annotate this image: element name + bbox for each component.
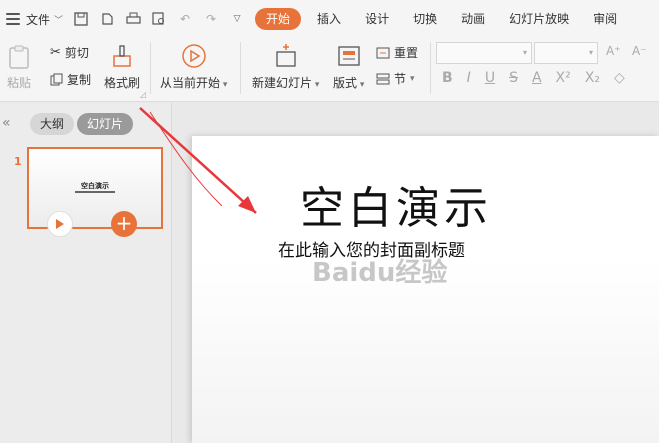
undo-icon[interactable]: ↶ <box>177 11 193 27</box>
copy-label: 复制 <box>67 73 92 87</box>
file-menu-label: 文件 <box>26 12 51 27</box>
slides-panel: « 大纲 幻灯片 1 空白演示 + <box>0 103 172 443</box>
print-icon[interactable] <box>125 11 141 27</box>
slide-thumbnail[interactable]: 空白演示 <box>27 147 163 229</box>
tab-insert[interactable]: 插入 <box>305 8 353 30</box>
collapse-panel-icon[interactable]: « <box>2 115 11 131</box>
copy-button[interactable]: 复制 <box>50 71 91 88</box>
separator <box>150 42 151 94</box>
separator <box>430 42 431 94</box>
brush-icon <box>113 45 131 67</box>
redo-icon[interactable]: ↷ <box>203 11 219 27</box>
new-slide-button[interactable]: 新建幻灯片 ▾ <box>252 42 319 91</box>
copy-icon <box>50 73 63 86</box>
new-slide-icon <box>276 44 296 67</box>
title-bar: 文件 ﹀ ↶ ↷ ▽ 开始 插入 设计 切换 动画 幻灯片放映 审阅 <box>0 0 659 38</box>
font-size-dropdown[interactable]: ▾ <box>534 42 598 64</box>
layout-text: 版式 <box>333 76 358 90</box>
ribbon-tabs: 开始 插入 设计 切换 动画 幻灯片放映 审阅 <box>255 8 629 30</box>
paste-button[interactable]: 粘贴 <box>6 44 32 91</box>
reset-icon <box>376 47 390 58</box>
tab-design[interactable]: 设计 <box>353 8 401 30</box>
tab-review[interactable]: 审阅 <box>581 8 629 30</box>
quick-access-toolbar: ↶ ↷ ▽ <box>73 11 245 27</box>
section-button[interactable]: 节 ▾ <box>376 70 415 87</box>
reset-button[interactable]: 重置 <box>376 44 418 61</box>
new-slide-text: 新建幻灯片 <box>252 76 313 90</box>
underline-icon[interactable]: U <box>485 70 495 86</box>
tab-transitions[interactable]: 切换 <box>401 8 449 30</box>
font-color-icon[interactable]: A <box>532 70 542 86</box>
chevron-down-icon: ﹀ <box>54 15 64 26</box>
play-from-current-button[interactable]: 从当前开始 ▾ <box>160 42 227 91</box>
print-preview-icon[interactable] <box>151 11 167 27</box>
font-format-group: B I U S A X² X₂ ◇ <box>442 70 625 86</box>
paste-label: 粘贴 <box>6 76 31 90</box>
new-slide-label: 新建幻灯片 ▾ <box>252 76 320 90</box>
play-slide-button[interactable] <box>47 211 73 237</box>
slide-number: 1 <box>14 155 22 168</box>
ribbon: 粘贴 ✂ 剪切 复制 格式刷 从当前开始 ▾ 新建幻灯片 ▾ 版式 ▾ 重置 节… <box>0 38 659 102</box>
menu-icon[interactable] <box>6 13 20 25</box>
cut-label: 剪切 <box>64 46 89 60</box>
cut-button[interactable]: ✂ 剪切 <box>50 44 89 61</box>
file-menu[interactable]: 文件 ﹀ <box>26 11 63 28</box>
section-label: 节 <box>394 72 407 86</box>
tab-slideshow[interactable]: 幻灯片放映 <box>497 8 581 30</box>
tab-animations[interactable]: 动画 <box>449 8 497 30</box>
tab-home[interactable]: 开始 <box>255 8 302 30</box>
format-painter-button[interactable]: 格式刷 <box>104 44 140 91</box>
strikethrough-icon[interactable]: S <box>509 70 518 86</box>
subscript-icon[interactable]: X₂ <box>585 70 600 86</box>
play-icon <box>56 219 64 229</box>
grow-font-icon[interactable]: A⁺ <box>606 44 621 58</box>
layout-icon <box>338 46 360 66</box>
clipboard-launcher-icon[interactable]: ◿ <box>140 90 146 99</box>
play-from-current-text: 从当前开始 <box>160 76 221 90</box>
watermark: Baidu经验 <box>312 258 448 288</box>
play-from-current-label: 从当前开始 ▾ <box>160 76 228 90</box>
superscript-icon[interactable]: X² <box>556 70 571 86</box>
layout-label: 版式 ▾ <box>333 76 365 90</box>
format-painter-label: 格式刷 <box>104 76 141 90</box>
tab-slides[interactable]: 幻灯片 <box>77 113 134 135</box>
export-pdf-icon[interactable] <box>99 11 115 27</box>
tab-outline[interactable]: 大纲 <box>30 113 75 135</box>
bold-icon[interactable]: B <box>442 70 453 86</box>
clear-format-icon[interactable]: ◇ <box>614 70 625 86</box>
reset-label: 重置 <box>394 46 419 60</box>
section-icon <box>376 73 390 84</box>
thumbnail-subtitle <box>75 191 115 193</box>
clipboard-icon <box>9 45 29 69</box>
layout-button[interactable]: 版式 ▾ <box>333 42 364 91</box>
separator <box>240 42 241 94</box>
add-slide-button[interactable]: + <box>111 211 137 237</box>
customize-toolbar-icon[interactable]: ▽ <box>229 11 245 27</box>
thumbnail-title: 空白演示 <box>81 182 109 190</box>
save-icon[interactable] <box>73 11 89 27</box>
play-circle-icon <box>181 44 206 68</box>
font-name-dropdown[interactable]: ▾ <box>436 42 532 64</box>
shrink-font-icon[interactable]: A⁻ <box>632 44 647 58</box>
italic-icon[interactable]: I <box>467 70 471 86</box>
scissors-icon: ✂ <box>50 45 61 60</box>
slide-title[interactable]: 空白演示 <box>300 172 492 236</box>
chevron-down-icon: ▾ <box>410 73 415 84</box>
